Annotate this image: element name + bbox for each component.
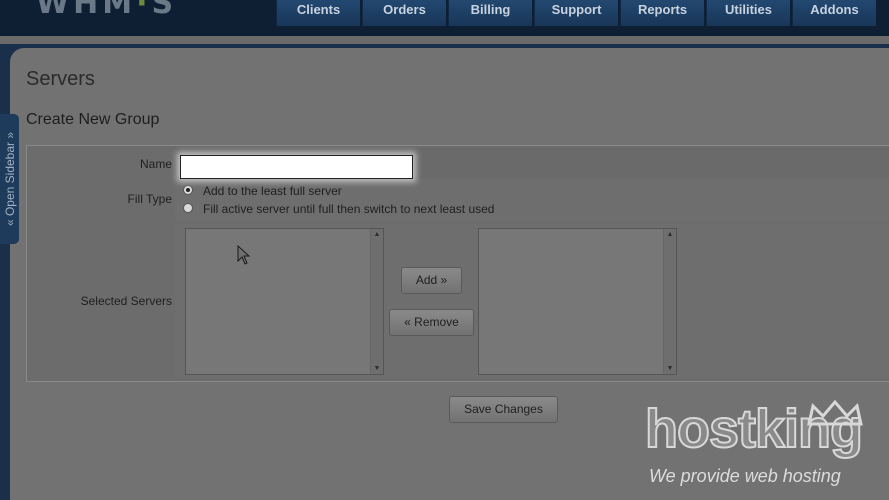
nav-tab-billing[interactable]: Billing [448, 0, 532, 26]
fill-type-row: Fill Type Add to the least full server F… [27, 180, 889, 222]
open-sidebar-label: « Open Sidebar » [2, 131, 17, 227]
name-row: Name [27, 148, 889, 179]
scroll-up-icon[interactable]: ▲ [371, 231, 383, 238]
available-servers-scrollbar[interactable]: ▲ ▼ [370, 229, 383, 374]
main-nav: Clients Orders Billing Support Reports U… [276, 0, 878, 26]
remove-button[interactable]: « Remove [389, 309, 474, 336]
fill-option-least-full-label: Add to the least full server [203, 184, 342, 198]
open-sidebar-tab[interactable]: « Open Sidebar » [0, 114, 19, 244]
nav-tab-clients[interactable]: Clients [276, 0, 360, 26]
radio-least-full[interactable] [183, 185, 193, 195]
fill-type-label: Fill Type [127, 192, 172, 206]
watermark-tagline: We provide web hosting [649, 466, 841, 486]
nav-tab-addons[interactable]: Addons [792, 0, 876, 26]
scroll-up-icon[interactable]: ▲ [664, 231, 676, 238]
nav-tab-support[interactable]: Support [534, 0, 618, 26]
selected-servers-row: Selected Servers ▲ ▼ Add » « Remove ▲ ▼ [27, 224, 889, 378]
scroll-down-icon[interactable]: ▼ [664, 365, 676, 372]
crown-icon [807, 399, 863, 426]
hostking-watermark: hostking We provide web hosting [644, 399, 864, 486]
fill-option-active-until-full-label: Fill active server until full then switc… [203, 202, 495, 216]
logo: WHM·S [36, 0, 178, 21]
mouse-cursor-icon [237, 245, 251, 265]
name-input[interactable] [180, 155, 413, 179]
section-title: Create New Group [26, 111, 160, 128]
available-servers-list[interactable]: ▲ ▼ [185, 228, 384, 375]
create-group-form: Name Fill Type Add to the least full ser… [26, 145, 889, 382]
header-divider [0, 36, 889, 44]
selected-servers-scrollbar[interactable]: ▲ ▼ [663, 229, 676, 374]
selected-servers-label: Selected Servers [80, 294, 172, 308]
page-title: Servers [26, 68, 95, 90]
selected-servers-list[interactable]: ▲ ▼ [478, 228, 677, 375]
top-header: WHM·S Clients Orders Billing Support Rep… [0, 0, 889, 36]
nav-tab-reports[interactable]: Reports [620, 0, 704, 26]
nav-tab-orders[interactable]: Orders [362, 0, 446, 26]
nav-tab-utilities[interactable]: Utilities [706, 0, 790, 26]
radio-active-until-full[interactable] [183, 203, 193, 213]
add-button[interactable]: Add » [401, 267, 462, 294]
save-changes-button[interactable]: Save Changes [449, 396, 558, 423]
scroll-down-icon[interactable]: ▼ [371, 365, 383, 372]
name-label: Name [139, 157, 172, 171]
